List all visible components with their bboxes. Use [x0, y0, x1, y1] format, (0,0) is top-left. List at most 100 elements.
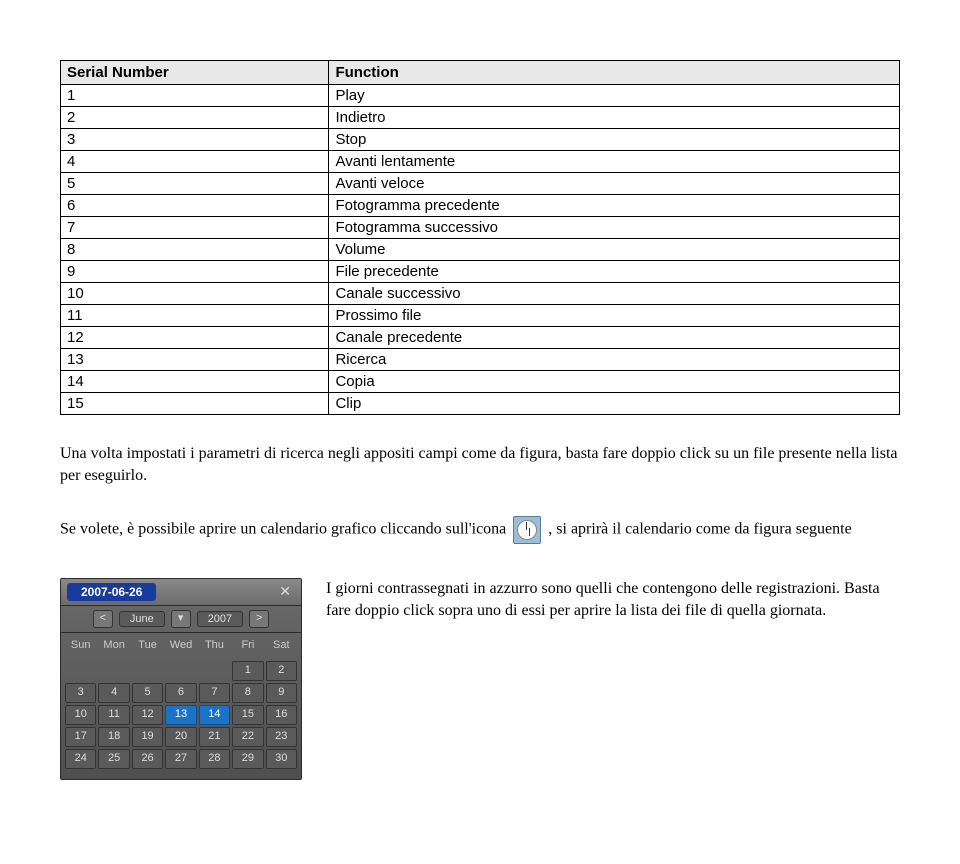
table-row: 12Canale precedente	[61, 327, 900, 349]
calendar-day[interactable]: 25	[98, 749, 129, 769]
calendar-empty	[98, 661, 129, 681]
calendar-day[interactable]: 7	[199, 683, 230, 703]
calendar-widget[interactable]: 2007-06-26 ✕ < June ▾ 2007 > SunMonTueWe…	[60, 578, 302, 780]
calendar-day[interactable]: 1	[232, 661, 263, 681]
table-row: 2Indietro	[61, 107, 900, 129]
cell-function: Canale precedente	[329, 327, 900, 349]
cell-serial: 11	[61, 305, 329, 327]
cell-function: Avanti lentamente	[329, 151, 900, 173]
calendar-day[interactable]: 3	[65, 683, 96, 703]
cell-serial: 10	[61, 283, 329, 305]
calendar-dow: Sat	[266, 637, 297, 653]
calendar-empty	[199, 661, 230, 681]
cell-function: Prossimo file	[329, 305, 900, 327]
calendar-day[interactable]: 12	[132, 705, 163, 725]
calendar-dow: Sun	[65, 637, 96, 653]
calendar-day[interactable]: 19	[132, 727, 163, 747]
cell-function: Fotogramma precedente	[329, 195, 900, 217]
calendar-day[interactable]: 24	[65, 749, 96, 769]
cell-function: Play	[329, 85, 900, 107]
calendar-day[interactable]: 17	[65, 727, 96, 747]
calendar-day[interactable]: 14	[199, 705, 230, 725]
calendar-day[interactable]: 5	[132, 683, 163, 703]
calendar-day[interactable]: 4	[98, 683, 129, 703]
calendar-dow: Wed	[165, 637, 196, 653]
calendar-icon[interactable]	[513, 516, 541, 544]
calendar-day[interactable]: 22	[232, 727, 263, 747]
cell-serial: 15	[61, 393, 329, 415]
calendar-empty	[132, 661, 163, 681]
cell-serial: 9	[61, 261, 329, 283]
calendar-day[interactable]: 28	[199, 749, 230, 769]
calendar-day[interactable]: 8	[232, 683, 263, 703]
calendar-day[interactable]: 20	[165, 727, 196, 747]
calendar-day[interactable]: 29	[232, 749, 263, 769]
cell-function: Canale successivo	[329, 283, 900, 305]
calendar-day[interactable]: 27	[165, 749, 196, 769]
calendar-empty	[165, 661, 196, 681]
table-row: 10Canale successivo	[61, 283, 900, 305]
month-field[interactable]: June	[119, 611, 165, 627]
table-row: 13Ricerca	[61, 349, 900, 371]
calendar-day[interactable]: 11	[98, 705, 129, 725]
close-icon[interactable]: ✕	[275, 583, 295, 600]
table-row: 5Avanti veloce	[61, 173, 900, 195]
calendar-day[interactable]: 16	[266, 705, 297, 725]
calendar-day[interactable]: 30	[266, 749, 297, 769]
calendar-day[interactable]: 6	[165, 683, 196, 703]
cell-function: Ricerca	[329, 349, 900, 371]
calendar-day[interactable]: 13	[165, 705, 196, 725]
table-row: 14Copia	[61, 371, 900, 393]
table-row: 3Stop	[61, 129, 900, 151]
function-table: Serial Number Function 1Play2Indietro3St…	[60, 60, 900, 415]
calendar-dow: Mon	[98, 637, 129, 653]
table-row: 7Fotogramma successivo	[61, 217, 900, 239]
cell-function: Copia	[329, 371, 900, 393]
calendar-dow: Fri	[232, 637, 263, 653]
table-row: 15Clip	[61, 393, 900, 415]
cell-serial: 8	[61, 239, 329, 261]
side-text: I giorni contrassegnati in azzurro sono …	[326, 578, 900, 780]
month-dropdown-icon[interactable]: ▾	[171, 610, 191, 628]
cell-function: Stop	[329, 129, 900, 151]
calendar-empty	[65, 661, 96, 681]
table-row: 4Avanti lentamente	[61, 151, 900, 173]
table-row: 6Fotogramma precedente	[61, 195, 900, 217]
calendar-day[interactable]: 18	[98, 727, 129, 747]
calendar-day[interactable]: 10	[65, 705, 96, 725]
calendar-day[interactable]: 2	[266, 661, 297, 681]
calendar-day[interactable]: 21	[199, 727, 230, 747]
cell-serial: 14	[61, 371, 329, 393]
next-month-button[interactable]: >	[249, 610, 269, 628]
cell-function: File precedente	[329, 261, 900, 283]
cell-function: Clip	[329, 393, 900, 415]
cell-function: Fotogramma successivo	[329, 217, 900, 239]
cell-function: Indietro	[329, 107, 900, 129]
paragraph-2b: , si aprirà il calendario come da figura…	[548, 520, 851, 537]
cell-serial: 3	[61, 129, 329, 151]
cell-serial: 6	[61, 195, 329, 217]
table-row: 8Volume	[61, 239, 900, 261]
cell-serial: 7	[61, 217, 329, 239]
calendar-day[interactable]: 15	[232, 705, 263, 725]
table-row: 11Prossimo file	[61, 305, 900, 327]
cell-serial: 4	[61, 151, 329, 173]
year-field[interactable]: 2007	[197, 611, 243, 627]
calendar-day[interactable]: 26	[132, 749, 163, 769]
paragraph-1: Una volta impostati i parametri di ricer…	[60, 443, 900, 488]
calendar-dow: Thu	[199, 637, 230, 653]
cell-serial: 1	[61, 85, 329, 107]
cell-serial: 13	[61, 349, 329, 371]
cell-serial: 12	[61, 327, 329, 349]
cell-serial: 5	[61, 173, 329, 195]
cell-function: Avanti veloce	[329, 173, 900, 195]
calendar-dow: Tue	[132, 637, 163, 653]
cell-function: Volume	[329, 239, 900, 261]
calendar-day[interactable]: 9	[266, 683, 297, 703]
paragraph-2: Se volete, è possibile aprire un calenda…	[60, 516, 900, 544]
calendar-date-badge: 2007-06-26	[67, 583, 156, 601]
header-serial: Serial Number	[61, 61, 329, 85]
calendar-day[interactable]: 23	[266, 727, 297, 747]
paragraph-2a: Se volete, è possibile aprire un calenda…	[60, 520, 510, 537]
prev-month-button[interactable]: <	[93, 610, 113, 628]
